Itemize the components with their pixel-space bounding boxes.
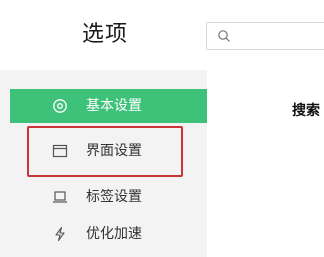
sidebar-item-label: 界面设置 (86, 143, 142, 159)
sidebar-item-label: 优化加速 (86, 226, 142, 242)
sidebar-item-label: 标签设置 (86, 189, 142, 205)
target-icon (53, 99, 67, 113)
search-icon (218, 30, 230, 42)
lightning-icon (55, 226, 65, 242)
sidebar-item-tab-settings[interactable]: 标签设置 (10, 180, 207, 214)
window-icon (52, 144, 68, 158)
sidebar-item-interface-settings[interactable]: 界面设置 (10, 134, 207, 168)
sidebar-item-optimize-speed[interactable]: 优化加速 (10, 217, 207, 251)
sidebar-item-basic-settings[interactable]: 基本设置 (10, 89, 207, 123)
section-title: 搜索 (292, 103, 320, 119)
search-input[interactable] (237, 26, 324, 44)
search-field[interactable] (206, 22, 324, 50)
sidebar-header: 选项 (0, 0, 207, 70)
sidebar-item-label: 基本设置 (86, 98, 142, 114)
laptop-icon (53, 191, 67, 203)
sidebar: 选项 基本设置 界面设置 标签设置 优化加速 (0, 0, 207, 257)
page-title: 选项 (82, 22, 129, 47)
